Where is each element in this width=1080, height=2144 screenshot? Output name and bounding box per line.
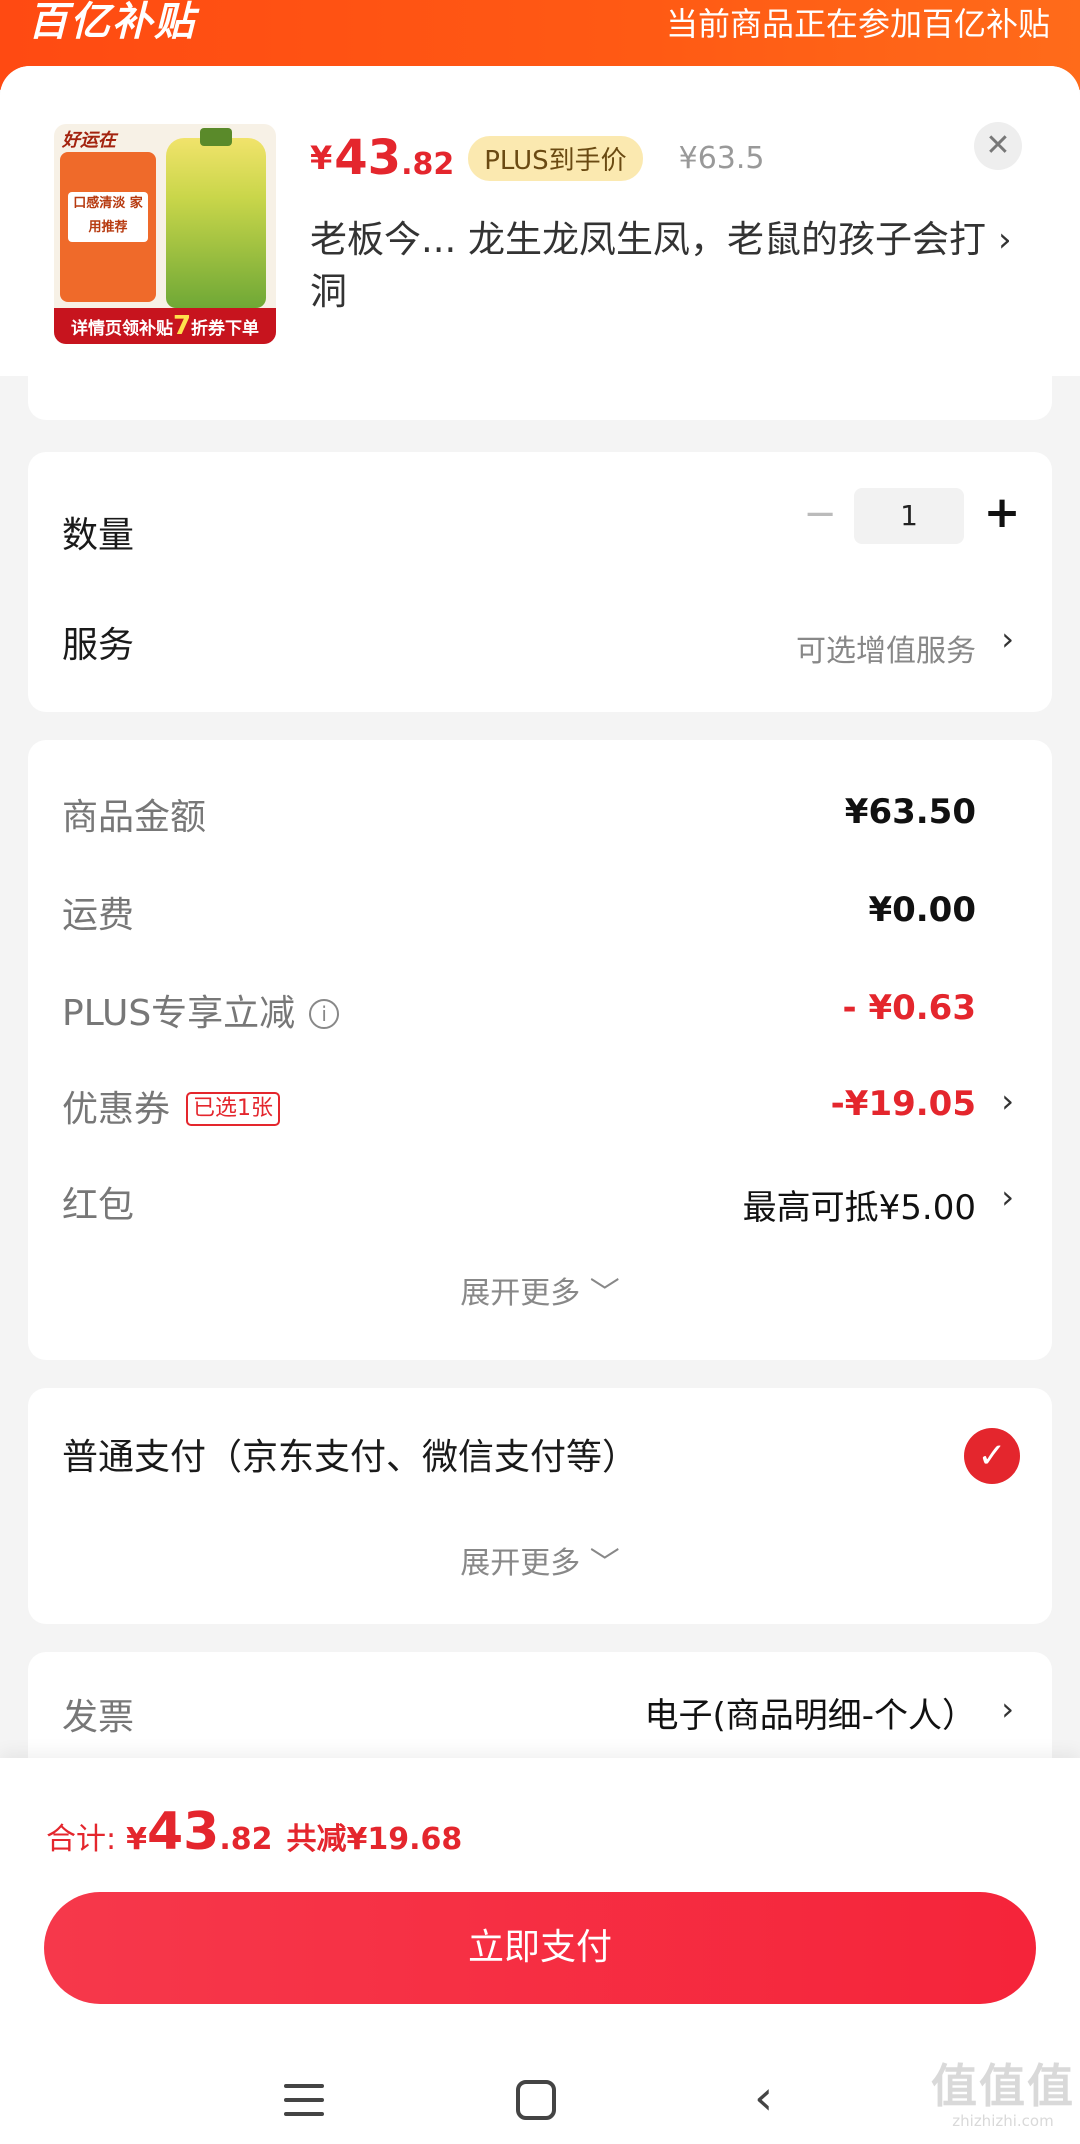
watermark: 值值值 zhizhizhi.com: [931, 2059, 1075, 2130]
price-integer: 43: [334, 130, 402, 186]
expand-more-button[interactable]: 展开更多 ﹀: [28, 1268, 1052, 1312]
service-value[interactable]: 可选增值服务: [796, 626, 976, 670]
product-card: 好运在 口感清淡 家用推荐 详情页领补贴7折券下单 ¥ 43 .82 PLUS到…: [0, 66, 1080, 376]
invoice-label: 发票: [62, 1697, 135, 1738]
shipping-value: ¥0.00: [868, 890, 976, 930]
pay-now-button[interactable]: 立即支付: [44, 1892, 1036, 2004]
red-packet-label: 红包: [62, 1185, 135, 1226]
plus-discount-label: PLUS专享立减 i: [62, 984, 340, 1036]
system-navigation-bar: ‹: [0, 2070, 1080, 2144]
quantity-service-card: 数量 − 1 + 服务 可选增值服务 ›: [28, 452, 1052, 712]
goods-amount-label: 商品金额: [62, 797, 207, 838]
invoice-value[interactable]: 电子(商品明细-个人）: [644, 1688, 976, 1737]
chevron-right-icon[interactable]: ›: [998, 220, 1012, 260]
plus-price-badge: PLUS到手价: [468, 135, 643, 181]
product-image-brand: 好运在: [62, 130, 116, 151]
info-icon[interactable]: i: [309, 999, 340, 1029]
total-label: 合计:: [46, 1822, 117, 1857]
plus-discount-value: - ¥0.63: [842, 988, 977, 1028]
product-card-bottom: [28, 376, 1052, 420]
goods-amount-value: ¥63.50: [844, 792, 976, 832]
original-price: ¥63.5: [678, 140, 765, 176]
product-image-tag: 口感清淡 家用推荐: [68, 192, 148, 242]
back-icon[interactable]: ‹: [754, 2074, 773, 2122]
product-title[interactable]: 老板今... 龙生龙凤生凤，老鼠的孩子会打洞: [310, 214, 990, 318]
chevron-right-icon[interactable]: ›: [1001, 1178, 1014, 1216]
order-total: 合计: ¥ 43 .82 共减¥19.68: [46, 1802, 462, 1862]
coupon-value[interactable]: -¥19.05: [831, 1084, 976, 1124]
coupon-selected-tag: 已选1张: [186, 1092, 281, 1126]
chevron-right-icon[interactable]: ›: [1001, 620, 1014, 658]
payment-method-label[interactable]: 普通支付（京东支付、微信支付等）: [62, 1428, 638, 1480]
checkout-bottom-bar: 合计: ¥ 43 .82 共减¥19.68 立即支付 ‹: [0, 1758, 1080, 2144]
home-icon[interactable]: [516, 2080, 556, 2120]
total-saved: 共减¥19.68: [286, 1822, 463, 1857]
product-price-row: ¥ 43 .82 PLUS到手价 ¥63.5: [310, 130, 765, 186]
quantity-input[interactable]: 1: [854, 488, 964, 544]
quantity-label: 数量: [62, 515, 135, 556]
banner-notice: 当前商品正在参加百亿补贴: [665, 5, 1050, 43]
shipping-label: 运费: [62, 895, 135, 936]
quantity-minus-button[interactable]: −: [800, 494, 840, 536]
quantity-plus-button[interactable]: +: [978, 490, 1026, 538]
product-image-left-pack: 口感清淡 家用推荐: [60, 152, 156, 302]
checkmark-icon[interactable]: ✓: [964, 1428, 1020, 1484]
total-decimal: .82: [219, 1822, 273, 1857]
product-image-strip: 详情页领补贴7折券下单: [54, 308, 276, 344]
price-breakdown-card: 商品金额 ¥63.50 运费 ¥0.00 PLUS专享立减 i - ¥0.63 优…: [28, 740, 1052, 1360]
total-symbol: ¥: [126, 1822, 147, 1857]
expand-more-button[interactable]: 展开更多 ﹀: [28, 1538, 1052, 1582]
price-decimal: .82: [401, 146, 455, 182]
total-integer: 43: [146, 1802, 220, 1862]
red-packet-value[interactable]: 最高可抵¥5.00: [743, 1180, 976, 1229]
chevron-right-icon[interactable]: ›: [1001, 1082, 1014, 1120]
payment-method-card: 普通支付（京东支付、微信支付等） ✓ 展开更多 ﹀: [28, 1388, 1052, 1624]
chevron-right-icon[interactable]: ›: [1001, 1690, 1014, 1728]
recent-apps-icon[interactable]: [284, 2084, 324, 2120]
price-symbol: ¥: [310, 139, 333, 177]
coupon-label[interactable]: 优惠券 已选1张: [62, 1080, 281, 1132]
oil-bottle-illustration: [166, 128, 266, 308]
product-image[interactable]: 好运在 口感清淡 家用推荐 详情页领补贴7折券下单: [54, 124, 276, 344]
close-icon[interactable]: ✕: [974, 122, 1022, 170]
service-label: 服务: [62, 625, 135, 666]
banner-logo: 百亿补贴: [28, 0, 196, 45]
